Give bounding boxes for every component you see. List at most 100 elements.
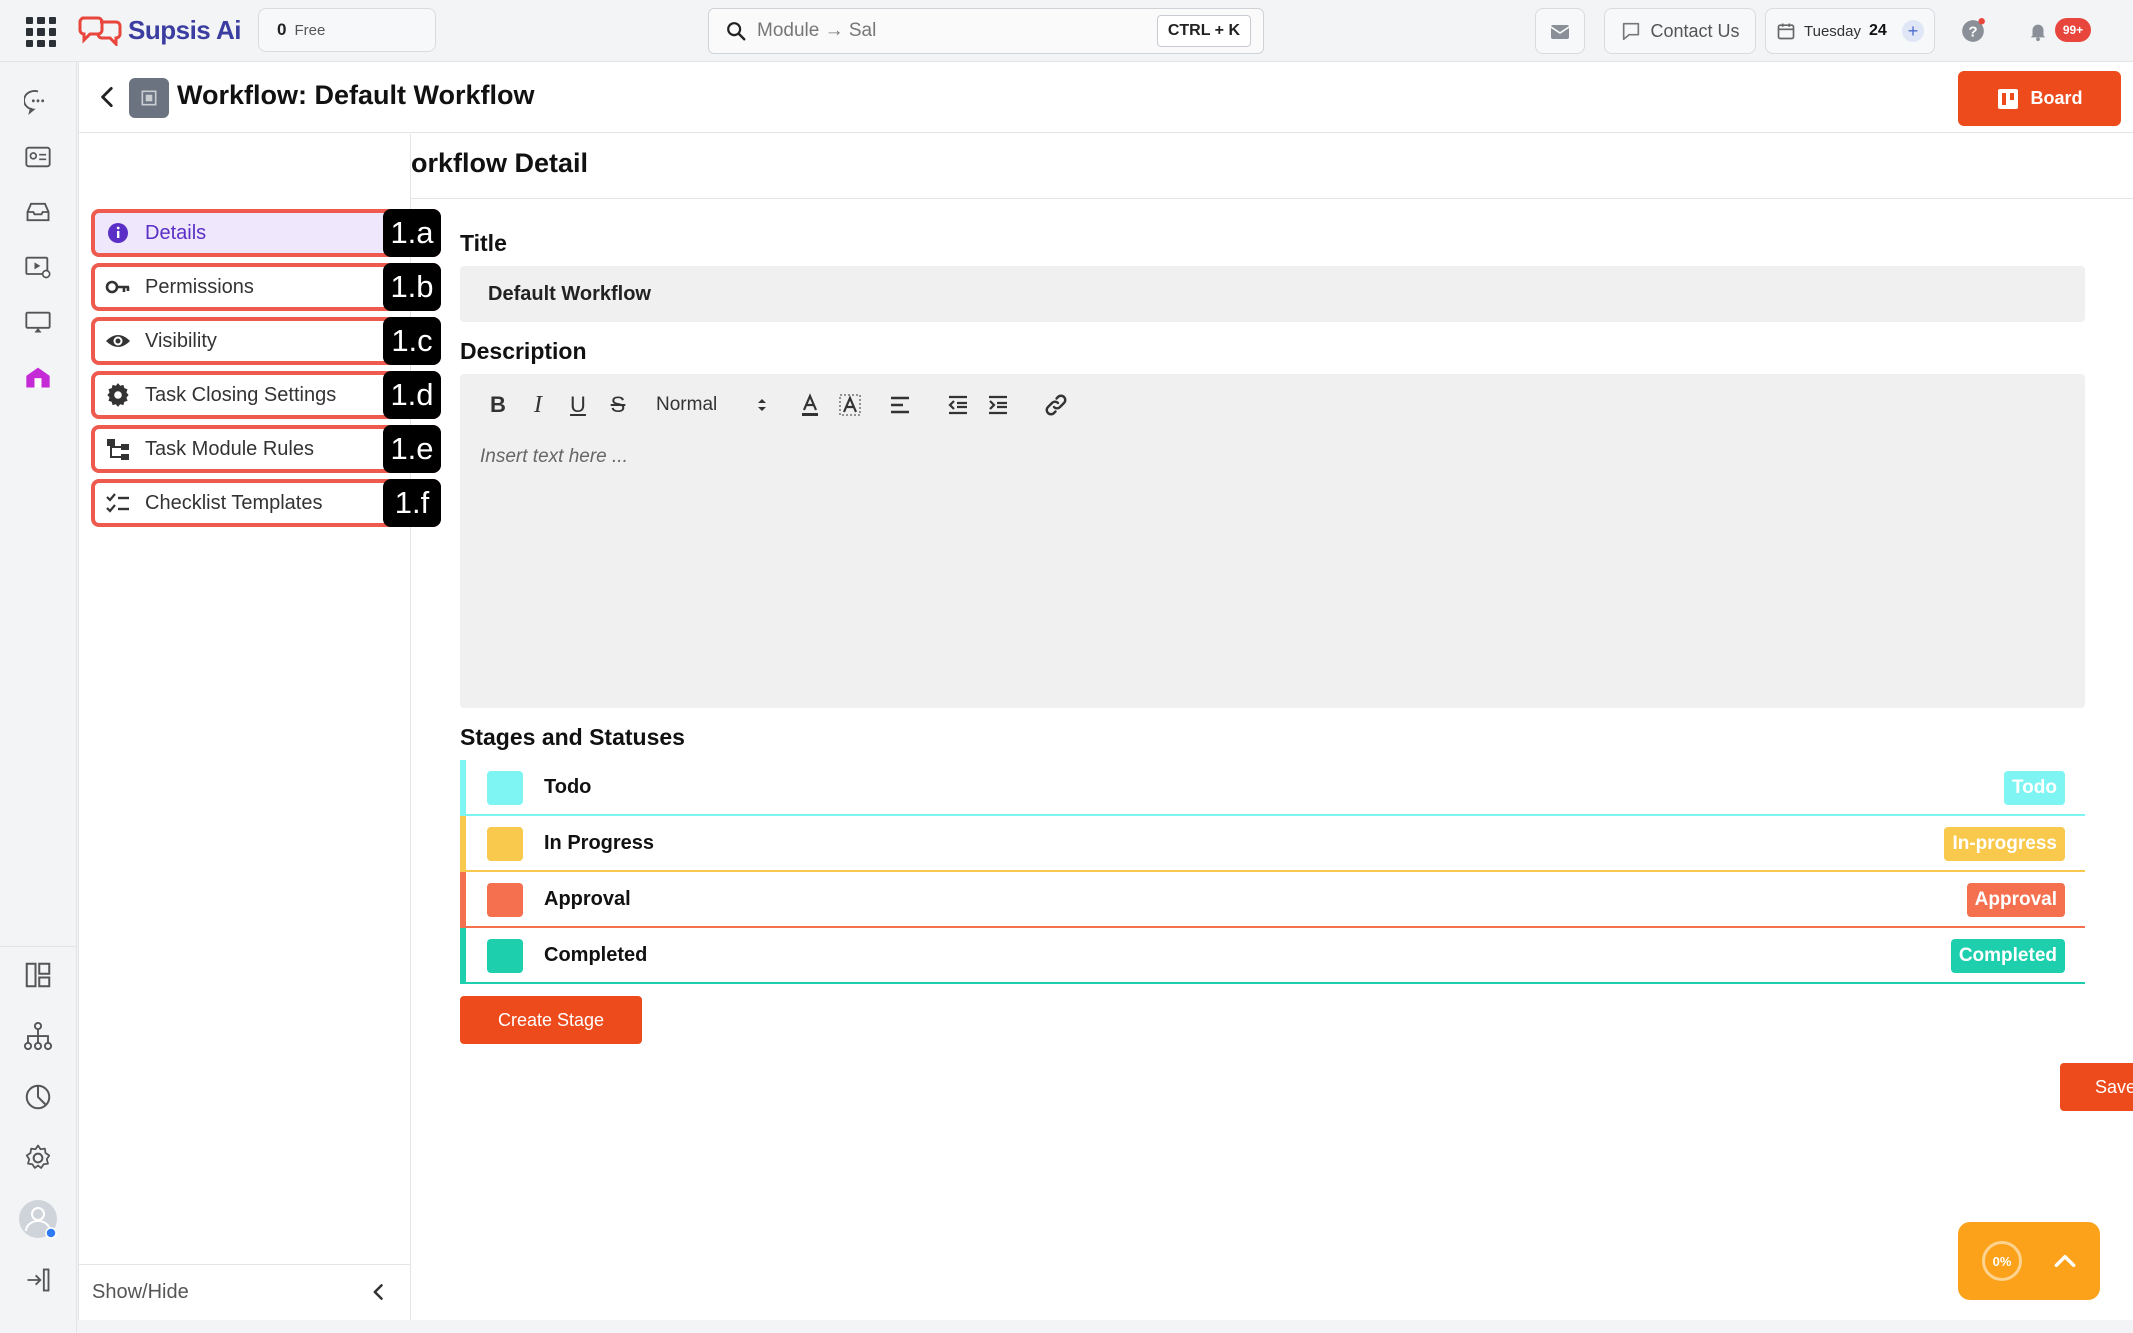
show-hide-label: Show/Hide [92,1281,189,1303]
stage-name: Todo [544,775,592,798]
nav-label: Checklist Templates [145,491,323,514]
bold-icon[interactable]: B [478,388,518,422]
rail-home-icon[interactable] [22,361,54,393]
strikethrough-icon[interactable]: S [598,388,638,422]
main-panel: Workflow: Default Workflow Board Details… [78,62,2133,1320]
stage-color-swatch[interactable] [487,883,523,917]
title-field[interactable]: Default Workflow [460,266,2085,322]
rail-monitor-icon[interactable] [22,306,54,338]
logo[interactable]: Supsis Ai [78,12,242,48]
mail-icon [1550,25,1570,39]
top-bar: Supsis Ai 0 Free Module → Sal CTRL + K C… [0,0,2133,62]
stage-name: Completed [544,943,648,966]
inbox-button[interactable] [1535,8,1585,54]
svg-text:?: ? [1968,23,1977,40]
progress-ring: 0% [1982,1241,2022,1281]
rail-chat-icon[interactable] [22,86,54,118]
underline-icon[interactable]: U [558,388,598,422]
chat-icon [1623,22,1640,41]
date-widget[interactable]: Tuesday 24 + [1765,8,1935,54]
eye-icon [105,328,131,354]
text-format-value: Normal [656,394,718,415]
section-divider [411,198,2133,199]
rail-divider [0,946,77,947]
date-day: Tuesday [1804,22,1861,40]
help-button[interactable]: ? [1952,8,1994,54]
background-color-icon[interactable] [830,388,870,422]
rail-inbox-icon[interactable] [22,196,54,228]
rail-media-settings-icon[interactable] [22,251,54,283]
contact-us-button[interactable]: Contact Us [1604,8,1756,54]
tree-structure-icon [105,436,131,462]
credits-box[interactable]: 0 Free [258,8,436,52]
nav-task-closing-settings[interactable]: Task Closing Settings 1.d [91,371,441,419]
workflow-detail-content: Workflow Detail Title Default Workflow D… [411,134,2133,1320]
title-label: Title [460,230,507,256]
notifications-button[interactable] [2020,8,2056,54]
stage-color-swatch[interactable] [487,939,523,973]
progress-widget[interactable]: 0% [1958,1222,2100,1300]
contact-us-label: Contact Us [1650,20,1740,41]
text-format-select[interactable]: Normal [646,388,776,422]
nav-details[interactable]: Details 1.a [91,209,441,257]
board-button[interactable]: Board [1958,71,2121,126]
indent-icon[interactable] [978,388,1018,422]
search-input[interactable]: Module → Sal [757,20,876,42]
nav-permissions[interactable]: Permissions 1.b [91,263,441,311]
add-event-icon[interactable]: + [1902,20,1924,42]
stage-row-completed[interactable]: Completed Completed [460,928,2085,984]
notification-badge: 99+ [2055,18,2091,42]
settings-sidebar: Details 1.a Permissions 1.b Visibility 1… [79,134,441,1320]
status-badge: Todo [2003,771,2065,805]
back-arrow-icon[interactable] [95,84,121,110]
stage-row-approval[interactable]: Approval Approval [460,872,2085,928]
description-label: Description [460,338,587,364]
stage-color-swatch[interactable] [487,771,523,805]
logo-icon [78,16,122,46]
user-avatar[interactable] [17,1198,59,1240]
nav-visibility[interactable]: Visibility 1.c [91,317,441,365]
rail-reports-icon[interactable] [22,1081,54,1113]
description-placeholder: Insert text here ... [480,446,628,467]
help-icon: ? [1962,18,1985,42]
stage-row-in-progress[interactable]: In Progress In-progress [460,816,2085,872]
rail-settings-icon[interactable] [22,1142,54,1174]
text-color-icon[interactable] [790,388,830,422]
status-badge: In-progress [1944,827,2065,861]
calendar-icon [1777,23,1795,40]
bell-icon [2030,24,2046,42]
italic-icon[interactable]: I [518,388,558,422]
create-stage-button[interactable]: Create Stage [460,996,642,1044]
stage-color-swatch[interactable] [487,827,523,861]
nav-label: Task Closing Settings [145,383,337,406]
nav-label: Visibility [145,329,217,352]
page-header: Workflow: Default Workflow Board [79,62,2133,133]
search-shortcut: CTRL + K [1156,15,1251,47]
save-button[interactable]: Save [2060,1063,2133,1111]
section-title: Workflow Detail [386,148,589,178]
nav-label: Task Module Rules [145,437,314,460]
nav-label: Details [145,221,207,244]
status-badge: Approval [1966,883,2065,917]
chevron-up-icon[interactable] [2052,1248,2078,1274]
key-icon [105,274,131,300]
search-bar[interactable]: Module → Sal CTRL + K [708,8,1264,54]
checklist-icon [105,490,131,516]
rail-contacts-icon[interactable] [22,141,54,173]
rail-hierarchy-icon[interactable] [22,1020,54,1052]
nav-checklist-templates[interactable]: Checklist Templates 1.f [91,479,441,527]
rail-dashboard-icon[interactable] [22,959,54,991]
date-number: 24 [1868,22,1887,39]
credits-label: Free [294,21,326,39]
show-hide-toggle[interactable]: Show/Hide [79,1264,411,1320]
nav-task-module-rules[interactable]: Task Module Rules 1.e [91,425,441,473]
apps-grid-icon[interactable] [26,17,56,47]
stages-list: Todo Todo In Progress In-progress Approv… [460,760,2085,984]
select-arrows-icon [758,399,766,411]
link-icon[interactable] [1036,388,1076,422]
rail-logout-icon[interactable] [22,1264,54,1296]
description-editor[interactable]: B I U S Normal Insert text here ... [460,374,2085,708]
stage-row-todo[interactable]: Todo Todo [460,760,2085,816]
outdent-icon[interactable] [938,388,978,422]
align-left-icon[interactable] [880,388,920,422]
